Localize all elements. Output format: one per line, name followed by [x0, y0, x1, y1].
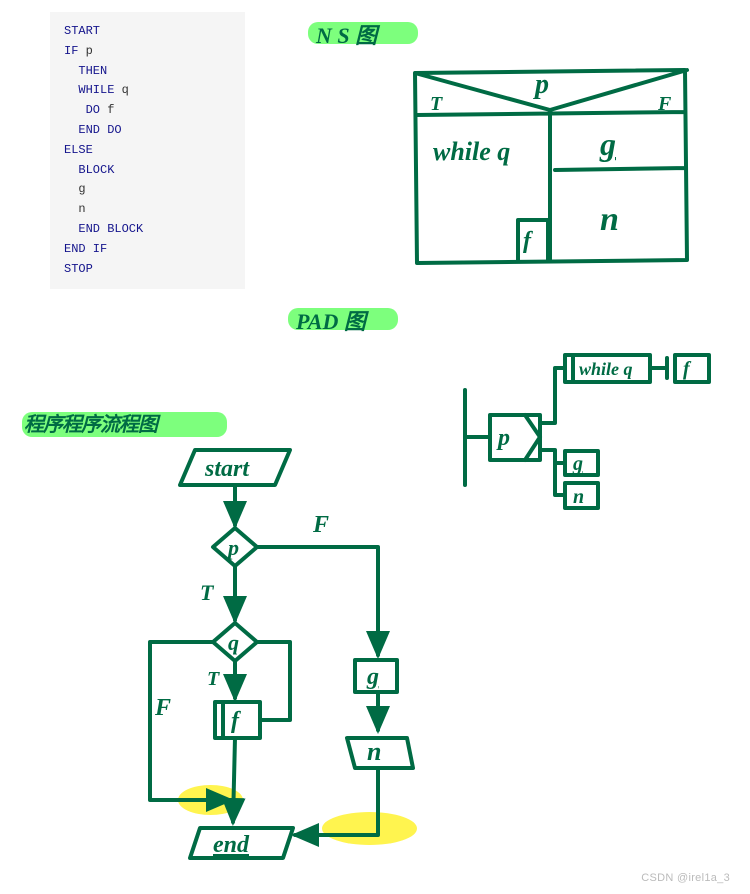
- flowchart-title: 程序程序流程图: [24, 408, 157, 437]
- code-line: IF: [64, 44, 86, 58]
- code-line: STOP: [64, 262, 93, 276]
- flow-t2: T: [207, 668, 220, 690]
- pad-f: f: [683, 358, 692, 380]
- flow-q: q: [228, 630, 239, 655]
- ns-diagram: T p F while q f g n: [405, 55, 705, 280]
- flow-g: g: [366, 664, 379, 690]
- code-line: ELSE: [64, 143, 93, 157]
- flow-end: end: [213, 832, 250, 858]
- pad-g: g: [572, 453, 583, 475]
- pad-diagram: p while q f g n: [455, 345, 735, 515]
- flow-n: n: [367, 737, 381, 766]
- ns-box-f: f: [523, 228, 533, 254]
- pad-p: p: [496, 425, 510, 451]
- pad-title: PAD 图: [296, 304, 366, 336]
- code-line: END IF: [64, 242, 107, 256]
- watermark: CSDN @irel1a_3: [641, 872, 730, 884]
- code-line: END DO: [64, 123, 122, 137]
- ns-f: F: [657, 93, 672, 115]
- code-id: n: [64, 202, 86, 216]
- ns-g: g: [599, 126, 616, 162]
- flow-t1: T: [200, 580, 215, 605]
- ns-n: n: [600, 201, 619, 238]
- pad-while-q: while q: [579, 359, 633, 379]
- code-line: THEN: [64, 64, 107, 78]
- flow-p: p: [226, 535, 239, 560]
- ns-t: T: [430, 93, 443, 115]
- pseudocode-block: START IF p THEN WHILE q DO f END DO ELSE…: [50, 12, 245, 289]
- flow-f-box: f: [231, 708, 241, 734]
- code-line: BLOCK: [64, 163, 114, 177]
- flow-f1: F: [312, 512, 329, 538]
- ns-p: p: [533, 69, 549, 100]
- code-id: f: [107, 103, 114, 117]
- code-id: q: [122, 83, 129, 97]
- flowchart-diagram: start p T F q T F f g n end: [95, 440, 455, 870]
- code-id: g: [64, 182, 86, 196]
- flow-start: start: [204, 456, 250, 482]
- ns-while-q: while q: [433, 137, 510, 166]
- flow-f2: F: [154, 695, 171, 721]
- code-line: DO: [64, 103, 107, 117]
- code-id: p: [86, 44, 93, 58]
- code-line: START: [64, 24, 100, 38]
- pad-n: n: [573, 486, 584, 508]
- code-line: END BLOCK: [64, 222, 143, 236]
- code-line: WHILE: [64, 83, 122, 97]
- ns-title: N S 图: [316, 18, 377, 50]
